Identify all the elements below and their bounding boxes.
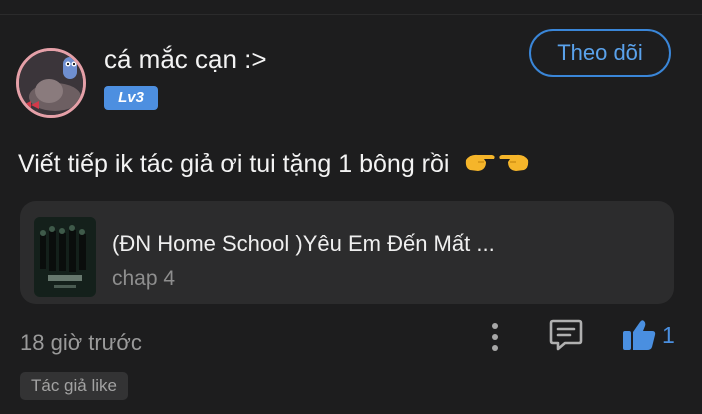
follow-button[interactable]: Theo dõi bbox=[529, 29, 671, 77]
thumbs-up-icon[interactable] bbox=[620, 316, 658, 354]
story-chapter: chap 4 bbox=[112, 267, 176, 290]
username[interactable]: cá mắc cạn :> bbox=[104, 44, 267, 75]
story-title: (ĐN Home School )Yêu Em Đến Mất ... bbox=[112, 231, 495, 256]
author-liked-tag: Tác giả like bbox=[20, 372, 128, 400]
timestamp: 18 giờ trước bbox=[20, 330, 142, 355]
like-count: 1 bbox=[662, 322, 675, 348]
story-card[interactable]: (ĐN Home School )Yêu Em Đến Mất ... chap… bbox=[20, 201, 674, 304]
comment-text: Viết tiếp ik tác giả ơi tui tặng 1 bông … bbox=[18, 150, 450, 179]
level-badge: Lv3 bbox=[104, 86, 158, 110]
pointing-hands-emoji-icon bbox=[464, 150, 530, 181]
avatar-image bbox=[19, 51, 83, 115]
comment-text-row: Viết tiếp ik tác giả ơi tui tặng 1 bông … bbox=[18, 150, 530, 181]
more-vertical-icon[interactable] bbox=[484, 320, 506, 354]
top-divider bbox=[0, 14, 702, 15]
avatar[interactable] bbox=[16, 48, 86, 118]
comment-icon[interactable] bbox=[548, 316, 584, 354]
story-thumbnail bbox=[34, 217, 96, 297]
